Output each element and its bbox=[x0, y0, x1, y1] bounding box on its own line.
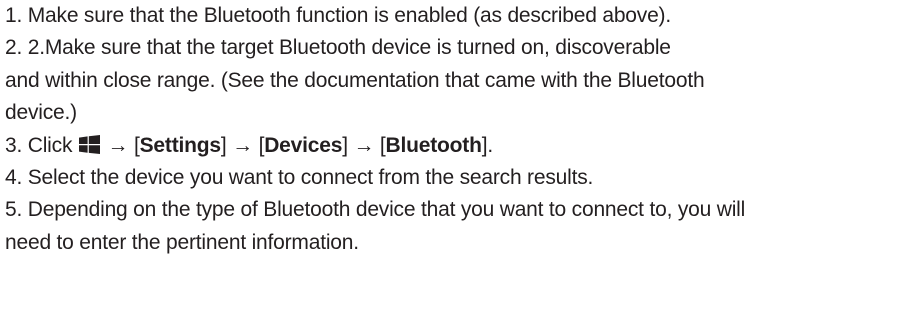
step-2-line-3: device.) bbox=[5, 101, 77, 125]
settings-label: Settings bbox=[139, 133, 221, 157]
step-3: 3. Click → [Settings] → [Devices] → [Blu… bbox=[5, 130, 910, 162]
step-3-prefix: 3. Click bbox=[5, 133, 78, 157]
arrow-to-settings: → [ bbox=[101, 133, 140, 157]
step-2-line-1: 2. 2.Make sure that the target Bluetooth… bbox=[5, 36, 671, 60]
step-5-line-1: 5. Depending on the type of Bluetooth de… bbox=[5, 198, 746, 222]
step-3-suffix: ]. bbox=[481, 133, 494, 157]
bluetooth-label: Bluetooth bbox=[385, 133, 482, 157]
step-4: 4. Select the device you want to connect… bbox=[5, 166, 594, 190]
instruction-steps: 1. Make sure that the Bluetooth function… bbox=[5, 0, 910, 259]
step-2-line-2: and within close range. (See the documen… bbox=[5, 68, 705, 92]
step-5-line-2: need to enter the pertinent information. bbox=[5, 230, 359, 254]
windows-logo-icon bbox=[78, 134, 100, 154]
arrow-to-devices: ] → [ bbox=[220, 133, 265, 157]
devices-label: Devices bbox=[264, 133, 343, 157]
arrow-to-bluetooth: ] → [ bbox=[342, 133, 386, 157]
step-1: 1. Make sure that the Bluetooth function… bbox=[5, 4, 671, 27]
